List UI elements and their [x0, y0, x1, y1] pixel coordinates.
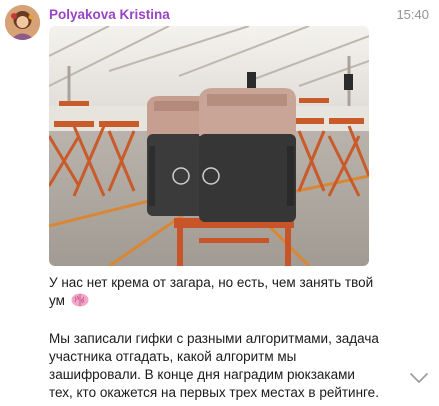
chat-message: Polyakova Kristina 15:40 У нас нет крема… [0, 0, 439, 406]
message-photo[interactable] [49, 26, 369, 266]
avatar[interactable] [5, 5, 40, 40]
brain-emoji [71, 293, 89, 312]
chevron-down-icon[interactable] [408, 370, 430, 386]
message-text: У нас нет крема от загара, но есть, чем … [49, 274, 379, 402]
message-time: 15:40 [396, 7, 429, 22]
message-paragraph-2: Мы записали гифки с разными алгоритмами,… [49, 331, 379, 400]
sender-name[interactable]: Polyakova Kristina [49, 7, 170, 22]
message-paragraph-1: У нас нет крема от загара, но есть, чем … [49, 275, 374, 308]
